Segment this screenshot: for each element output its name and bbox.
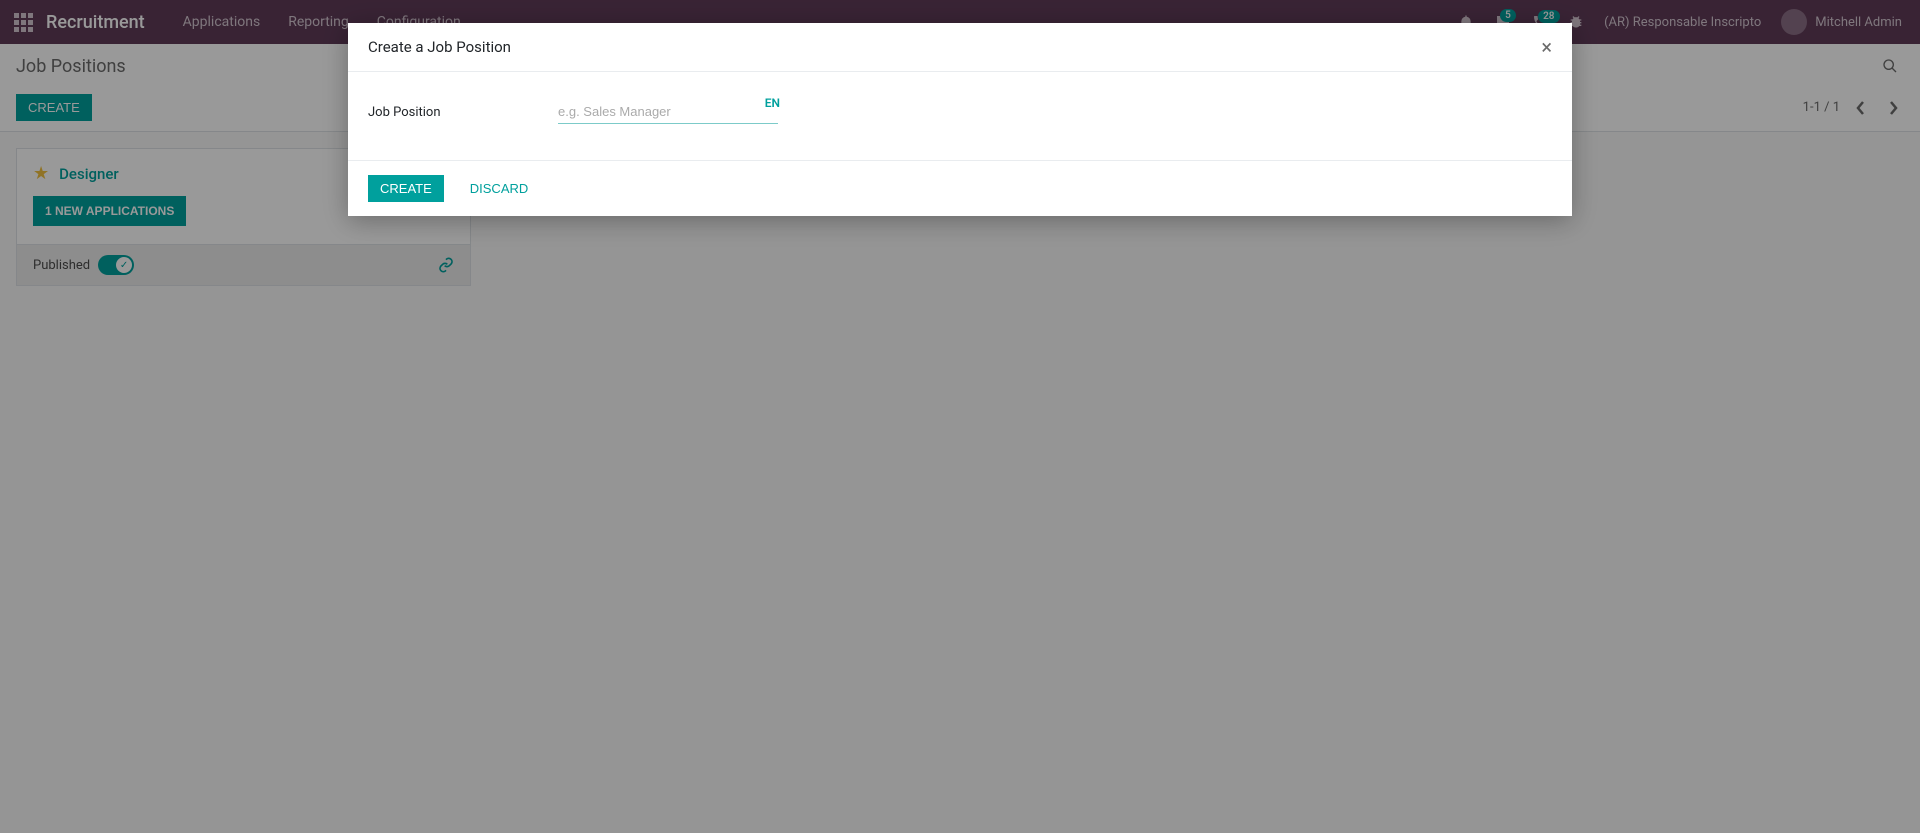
modal-create-button[interactable]: Create bbox=[368, 175, 444, 202]
job-position-label: Job Position bbox=[368, 105, 538, 120]
language-button[interactable]: EN bbox=[765, 96, 780, 110]
modal-overlay[interactable]: Create a Job Position × Job Position EN … bbox=[0, 0, 1920, 833]
modal-discard-button[interactable]: Discard bbox=[458, 175, 541, 202]
job-position-input[interactable] bbox=[558, 100, 778, 124]
close-icon[interactable]: × bbox=[1541, 37, 1552, 57]
modal-title: Create a Job Position bbox=[368, 38, 511, 56]
create-job-modal: Create a Job Position × Job Position EN … bbox=[348, 23, 1572, 216]
